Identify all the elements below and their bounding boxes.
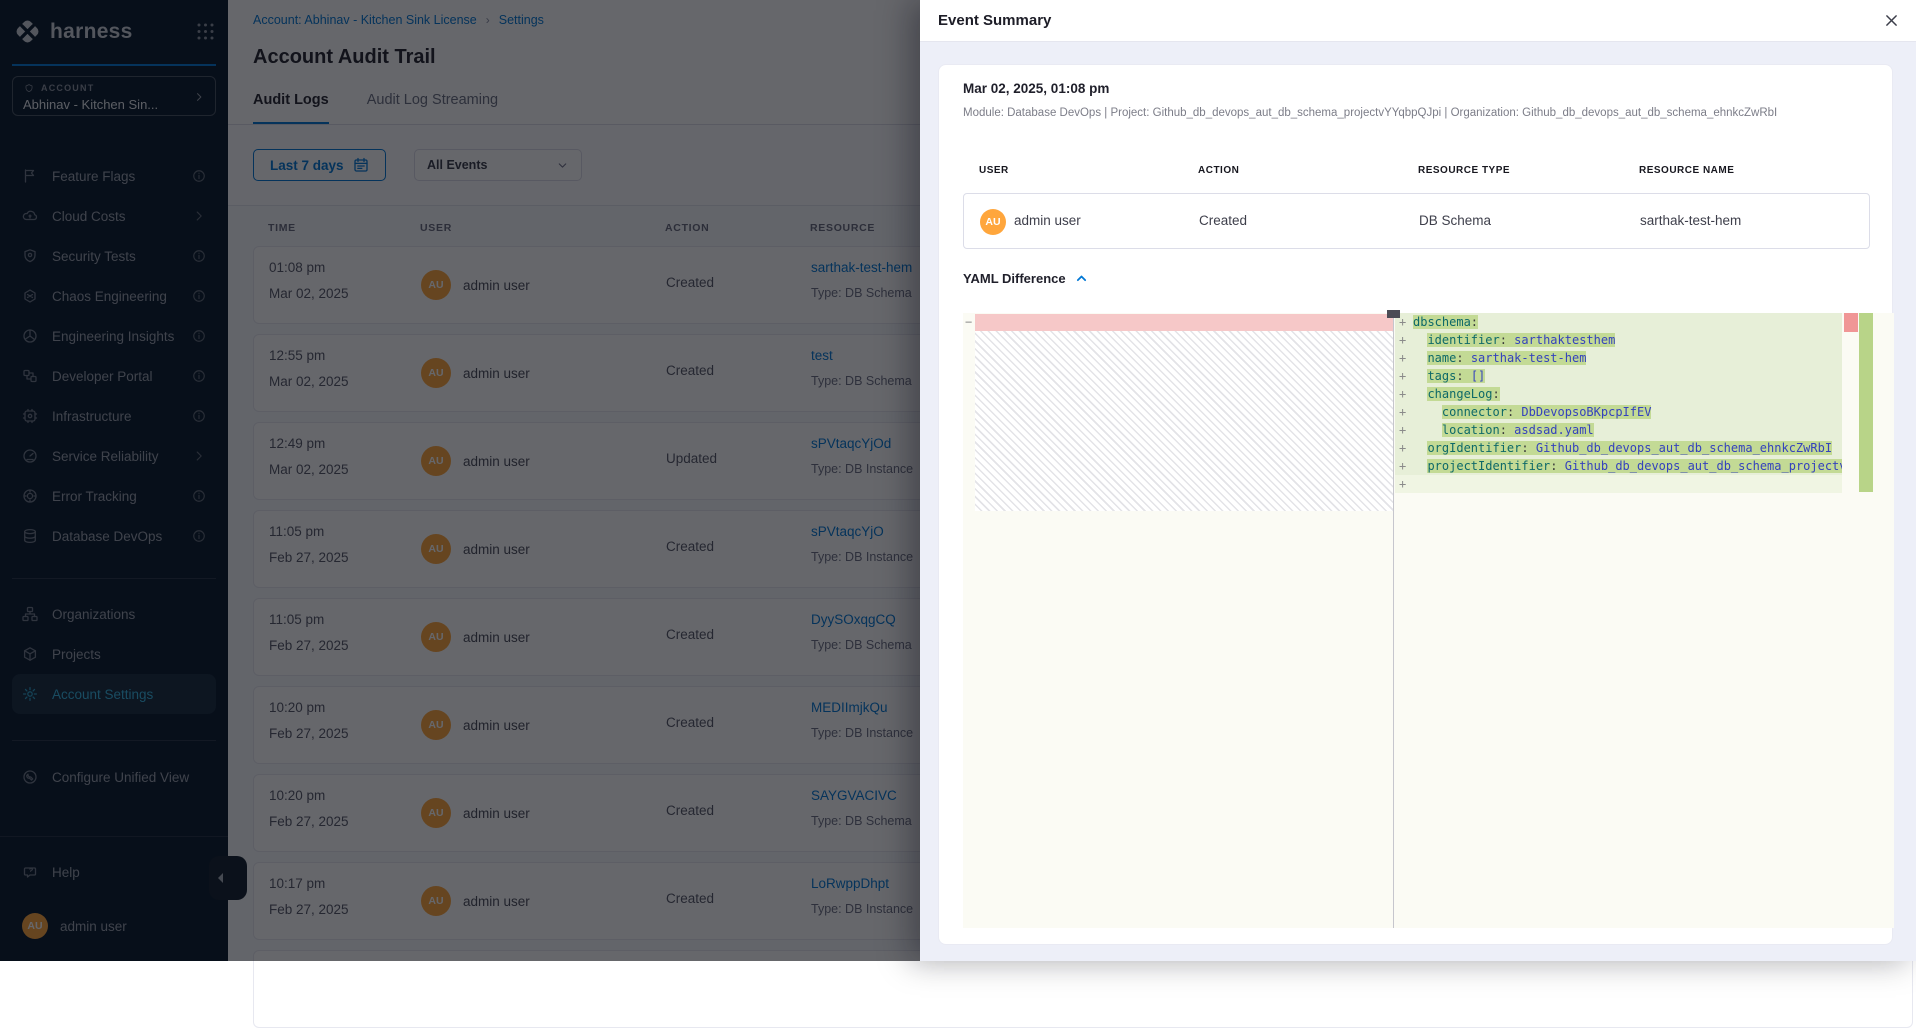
diff-added-gutter: + (1399, 331, 1406, 349)
overview-ruler-removed-mark (1844, 313, 1858, 332)
diff-added-line: +dbschema: (1395, 313, 1842, 331)
diff-added-line: + name: sarthak-test-hem (1395, 349, 1842, 367)
diff-removed-line (975, 314, 1393, 331)
diff-added-gutter: + (1399, 475, 1406, 493)
diff-added-gutter: + (1399, 403, 1406, 421)
yaml-difference-toggle[interactable]: YAML Difference (963, 271, 1088, 286)
chevron-up-icon (1075, 272, 1088, 285)
table-row-partial[interactable] (253, 950, 1913, 1028)
modal-dim-overlay[interactable] (0, 0, 920, 961)
summary-column-resource-name: RESOURCE NAME (1639, 165, 1734, 176)
drawer-body: Mar 02, 2025, 01:08 pm Module: Database … (920, 42, 1916, 961)
event-summary-drawer: Event Summary Mar 02, 2025, 01:08 pm Mod… (920, 0, 1916, 961)
diff-added-gutter: + (1399, 421, 1406, 439)
diff-added-line: + tags: [] (1395, 367, 1842, 385)
summary-column-user: USER (979, 165, 1009, 176)
diff-added-gutter: + (1399, 439, 1406, 457)
diff-added-gutter: + (1399, 313, 1406, 331)
diff-modified-pane: +dbschema:+ identifier: sarthaktesthem+ … (1395, 313, 1894, 928)
diff-added-line: + changeLog: (1395, 385, 1842, 403)
summary-user-avatar: AU (980, 209, 1006, 235)
drawer-title: Event Summary (938, 12, 1051, 29)
diff-original-pane: − (963, 313, 1394, 928)
summary-action: Created (1199, 213, 1247, 228)
diff-added-line: + location: asdsad.yaml (1395, 421, 1842, 439)
summary-row: AU admin user Created DB Schema sarthak-… (963, 193, 1870, 249)
summary-column-action: ACTION (1198, 165, 1239, 176)
yaml-difference-label: YAML Difference (963, 271, 1066, 286)
summary-resource-name: sarthak-test-hem (1640, 213, 1741, 228)
summary-user: admin user (1014, 213, 1081, 228)
diff-added-line: + projectIdentifier: Github_db_devops_au… (1395, 457, 1842, 475)
event-meta-line: Module: Database DevOps | Project: Githu… (963, 107, 1777, 119)
diff-empty-placeholder (975, 331, 1393, 511)
drawer-header: Event Summary (920, 0, 1916, 42)
diff-removed-gutter: − (965, 313, 972, 331)
yaml-diff-editor[interactable]: − +dbschema:+ identifier: sarthaktesthem… (963, 313, 1894, 928)
summary-column-resource-type: RESOURCE TYPE (1418, 165, 1510, 176)
diff-added-gutter: + (1399, 349, 1406, 367)
overview-ruler-added-mark (1859, 313, 1873, 492)
event-card: Mar 02, 2025, 01:08 pm Module: Database … (938, 64, 1893, 945)
diff-added-line: + connector: DbDevopsoBKpcpIfEV (1395, 403, 1842, 421)
diff-added-gutter: + (1399, 457, 1406, 475)
close-icon[interactable] (1885, 14, 1898, 27)
event-timestamp: Mar 02, 2025, 01:08 pm (963, 81, 1109, 96)
diff-added-gutter: + (1399, 367, 1406, 385)
diff-added-line: + (1395, 475, 1842, 493)
summary-resource-type: DB Schema (1419, 213, 1491, 228)
diff-added-line: + orgIdentifier: Github_db_devops_aut_db… (1395, 439, 1842, 457)
diff-sash-marker (1387, 310, 1400, 318)
diff-added-line: + identifier: sarthaktesthem (1395, 331, 1842, 349)
diff-added-gutter: + (1399, 385, 1406, 403)
